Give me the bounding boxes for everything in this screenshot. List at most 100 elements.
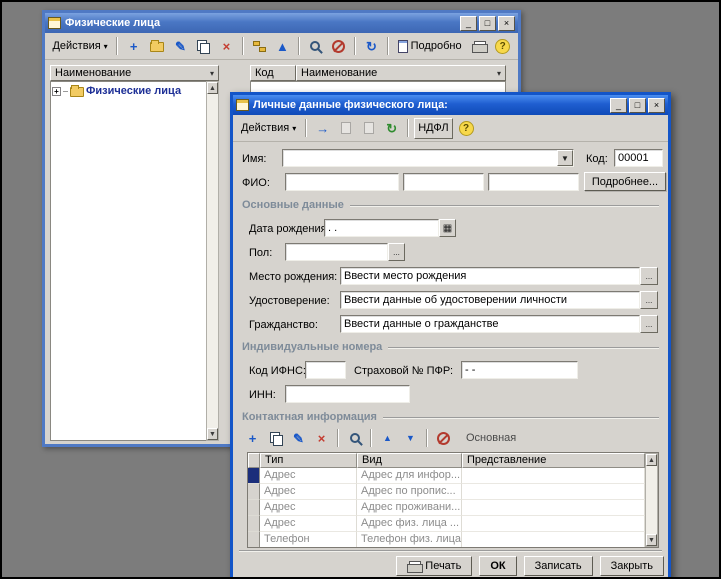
print-button[interactable]: [468, 36, 490, 57]
column-header-type[interactable]: Тип: [260, 453, 357, 468]
gender-select-button[interactable]: ...: [388, 243, 405, 261]
add-item-button[interactable]: +: [123, 36, 144, 57]
scroll-down-icon[interactable]: ▼: [646, 534, 657, 546]
contact-edit-button[interactable]: ✎: [288, 428, 309, 449]
detail-toggle-button[interactable]: Подробно: [394, 36, 466, 57]
birth-date-input[interactable]: [325, 220, 438, 236]
print-button[interactable]: Печать: [396, 556, 472, 576]
table-row[interactable]: Телефон Телефон физ. лица...: [248, 532, 645, 547]
column-header-kind[interactable]: Вид: [357, 453, 462, 468]
last-name-input[interactable]: [286, 174, 398, 190]
add-group-button[interactable]: [146, 36, 168, 57]
close-button[interactable]: ×: [648, 98, 665, 113]
go-to-list-button[interactable]: →: [312, 118, 333, 139]
contact-search-button[interactable]: [344, 428, 365, 449]
tree-expand-icon[interactable]: +: [52, 87, 61, 96]
tree-column-header-name[interactable]: Наименование ▾: [50, 65, 219, 81]
refresh-button[interactable]: ↻: [361, 36, 382, 57]
gender-input[interactable]: [286, 244, 387, 260]
pfr-input[interactable]: [462, 362, 577, 378]
cell-type[interactable]: Телефон: [260, 532, 357, 547]
contact-move-down-button[interactable]: ▼: [400, 428, 421, 449]
minimize-button[interactable]: _: [610, 98, 627, 113]
citizenship-input[interactable]: [341, 316, 639, 332]
cell-kind[interactable]: Адрес для инфор...: [357, 468, 462, 484]
ok-button[interactable]: ОК: [479, 556, 516, 576]
cell-kind[interactable]: Адрес по пропис...: [357, 484, 462, 500]
contact-copy-button[interactable]: [265, 428, 286, 449]
scroll-up-icon[interactable]: ▲: [646, 454, 657, 466]
cell-kind[interactable]: Адрес физ. лица ...: [357, 516, 462, 532]
calendar-button[interactable]: ▦: [439, 219, 456, 237]
birth-place-input[interactable]: [341, 268, 639, 284]
actions-menu-button[interactable]: Действия ▾: [49, 36, 111, 57]
list-column-header-code[interactable]: Код: [250, 65, 296, 81]
name-dropdown-button[interactable]: ▼: [557, 150, 573, 166]
cancel-search-button[interactable]: [328, 36, 349, 57]
row-selector[interactable]: [248, 532, 260, 547]
cell-type[interactable]: Адрес: [260, 468, 357, 484]
ifns-input[interactable]: [306, 362, 345, 378]
row-selector[interactable]: [248, 500, 260, 516]
hierarchy-view-button[interactable]: [249, 36, 270, 57]
scroll-down-icon[interactable]: ▼: [207, 428, 218, 440]
identity-input[interactable]: [341, 292, 639, 308]
first-name-input[interactable]: [404, 174, 483, 190]
delete-item-button[interactable]: ×: [216, 36, 237, 57]
cell-kind[interactable]: Телефон физ. лица...: [357, 532, 462, 547]
next-item-button[interactable]: [358, 118, 379, 139]
move-item-button[interactable]: ▲: [272, 36, 293, 57]
cell-view[interactable]: [462, 532, 645, 547]
cell-view[interactable]: [462, 468, 645, 484]
middle-name-input[interactable]: [489, 174, 578, 190]
ndfl-button[interactable]: НДФЛ: [414, 118, 452, 139]
maximize-button[interactable]: □: [629, 98, 646, 113]
person-titlebar[interactable]: Личные данные физического лица: _ □ ×: [233, 95, 668, 115]
copy-item-button[interactable]: [193, 36, 214, 57]
citizenship-select-button[interactable]: ...: [640, 315, 658, 333]
cell-view[interactable]: [462, 484, 645, 500]
inn-input[interactable]: [286, 386, 409, 402]
maximize-button[interactable]: □: [479, 16, 496, 31]
table-row[interactable]: Адрес Адрес для инфор...: [248, 468, 645, 484]
identity-select-button[interactable]: ...: [640, 291, 658, 309]
edit-item-button[interactable]: ✎: [170, 36, 191, 57]
contact-delete-button[interactable]: ×: [311, 428, 332, 449]
close-button[interactable]: ×: [498, 16, 515, 31]
birth-place-select-button[interactable]: ...: [640, 267, 658, 285]
table-row[interactable]: Адрес Адрес физ. лица ...: [248, 516, 645, 532]
save-button[interactable]: Записать: [524, 556, 593, 576]
cell-type[interactable]: Адрес: [260, 516, 357, 532]
row-selector[interactable]: [248, 516, 260, 532]
code-input[interactable]: [615, 150, 662, 166]
search-button[interactable]: [305, 36, 326, 57]
details-button[interactable]: Подробнее...: [584, 172, 666, 191]
row-selector[interactable]: [248, 484, 260, 500]
reread-button[interactable]: ↻: [381, 118, 402, 139]
table-row[interactable]: Адрес Адрес проживани...: [248, 500, 645, 516]
contacts-table-scrollbar[interactable]: ▲ ▼: [645, 453, 658, 547]
minimize-button[interactable]: _: [460, 16, 477, 31]
tree-scrollbar[interactable]: ▲ ▼: [206, 81, 219, 441]
scroll-up-icon[interactable]: ▲: [207, 82, 218, 94]
cell-view[interactable]: [462, 500, 645, 516]
selector-column-header[interactable]: [248, 453, 260, 468]
catalog-titlebar[interactable]: Физические лица _ □ ×: [45, 13, 518, 33]
table-row[interactable]: Адрес Адрес по пропис...: [248, 484, 645, 500]
name-input[interactable]: [283, 150, 557, 166]
close-button[interactable]: Закрыть: [600, 556, 664, 576]
column-header-view[interactable]: Представление: [462, 453, 645, 468]
help-button[interactable]: ?: [455, 118, 478, 139]
cell-type[interactable]: Адрес: [260, 500, 357, 516]
list-column-header-name[interactable]: Наименование ▾: [296, 65, 506, 81]
contact-add-button[interactable]: +: [242, 428, 263, 449]
cell-view[interactable]: [462, 516, 645, 532]
actions-menu-button[interactable]: Действия ▾: [237, 118, 300, 139]
prev-item-button[interactable]: [335, 118, 356, 139]
row-selector[interactable]: [248, 468, 260, 484]
cell-type[interactable]: Адрес: [260, 484, 357, 500]
help-button[interactable]: ?: [491, 36, 514, 57]
contact-cancel-filter-button[interactable]: [433, 428, 454, 449]
cell-kind[interactable]: Адрес проживани...: [357, 500, 462, 516]
tree-item-root[interactable]: + Физические лица: [51, 82, 206, 100]
